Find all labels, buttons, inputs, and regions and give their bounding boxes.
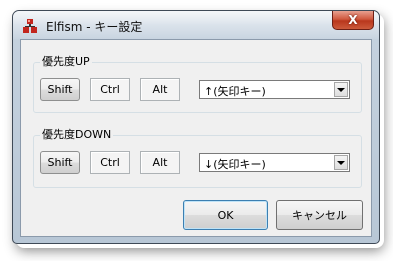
chevron-down-icon: [337, 160, 345, 165]
cancel-button[interactable]: キャンセル: [276, 200, 363, 230]
priority-down-group: 優先度DOWN Shift Ctrl Alt ↓(矢印キー): [33, 128, 362, 188]
priority-down-alt-toggle[interactable]: Alt: [140, 151, 180, 174]
priority-up-alt-toggle[interactable]: Alt: [140, 78, 180, 101]
priority-down-legend: 優先度DOWN: [40, 128, 114, 142]
priority-up-shift-toggle[interactable]: Shift: [40, 78, 80, 101]
priority-down-key-select[interactable]: ↓(矢印キー): [199, 153, 350, 172]
priority-up-legend: 優先度UP: [40, 55, 92, 69]
priority-up-dropdown-button[interactable]: [334, 82, 348, 97]
priority-down-key-value: ↓(矢印キー): [204, 158, 266, 171]
dialog-client-area: 優先度UP Shift Ctrl Alt ↑(矢印キー) 優先度DOWN Shi…: [20, 39, 372, 237]
priority-up-group: 優先度UP Shift Ctrl Alt ↑(矢印キー): [33, 55, 362, 113]
dialog-window: Elfism - キー設定 X 優先度UP Shift Ctrl Alt ↑(矢…: [12, 10, 380, 244]
ok-button[interactable]: OK: [183, 200, 268, 230]
priority-down-dropdown-button[interactable]: [334, 155, 348, 170]
priority-down-ctrl-toggle[interactable]: Ctrl: [90, 151, 130, 174]
priority-up-key-value: ↑(矢印キー): [204, 85, 266, 98]
chevron-down-icon: [337, 87, 345, 92]
window-title: Elfism - キー設定: [46, 20, 143, 34]
close-button[interactable]: X: [332, 11, 374, 30]
elfism-app-icon[interactable]: [22, 18, 38, 34]
close-icon: X: [348, 13, 358, 27]
priority-down-shift-toggle[interactable]: Shift: [40, 151, 80, 174]
priority-up-ctrl-toggle[interactable]: Ctrl: [90, 78, 130, 101]
priority-up-key-select[interactable]: ↑(矢印キー): [199, 80, 350, 99]
title-bar[interactable]: Elfism - キー設定 X: [13, 11, 379, 39]
